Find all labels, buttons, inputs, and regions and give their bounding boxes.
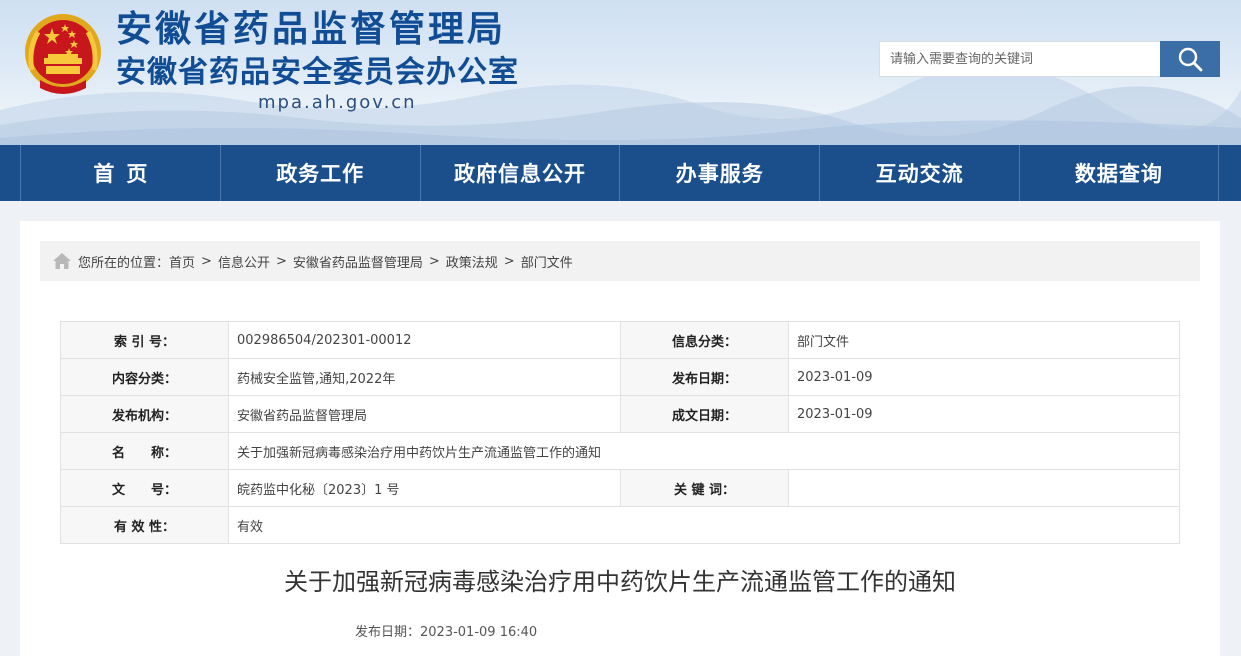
site-domain: mpa.ah.gov.cn: [258, 92, 417, 113]
keyword-value: [788, 469, 1180, 507]
site-title-sub: 安徽省药品安全委员会办公室: [116, 55, 519, 90]
search-button[interactable]: [1160, 41, 1220, 77]
org-value: 安徽省药品监督管理局: [228, 395, 621, 433]
content-label: 内容分类：: [60, 358, 229, 396]
table-row: 内容分类： 药械安全监管,通知,2022年 发布日期： 2023-01-09: [60, 358, 1180, 396]
content-panel: 您所在的位置： 首页 > 信息公开 > 安徽省药品监督管理局 > 政策法规 > …: [20, 221, 1220, 656]
category-label: 信息分类：: [620, 321, 789, 359]
breadcrumb-prefix: 您所在的位置：: [78, 255, 170, 271]
table-row: 发布机构： 安徽省药品监督管理局 成文日期： 2023-01-09: [60, 395, 1180, 433]
table-row: 索 引 号： 002986504/202301-00012 信息分类： 部门文件: [60, 321, 1180, 359]
validity-label: 有 效 性：: [60, 506, 229, 544]
content-value: 药械安全监管,通知,2022年: [228, 358, 621, 396]
breadcrumb-separator: >: [275, 253, 287, 269]
article-date-label: 发布日期：: [355, 625, 421, 640]
nav-item-data-query[interactable]: 数据查询: [1018, 145, 1219, 201]
created-date-value: 2023-01-09: [788, 395, 1180, 433]
table-row: 名 称： 关于加强新冠病毒感染治疗用中药饮片生产流通监管工作的通知: [60, 432, 1180, 470]
search-input[interactable]: [879, 41, 1161, 77]
created-date-label: 成文日期：: [620, 395, 789, 433]
article-date: 发布日期：2023-01-09 16:40: [355, 621, 537, 640]
article-date-value: 2023-01-09 16:40: [420, 625, 538, 640]
nav-item-government-affairs[interactable]: 政务工作: [219, 145, 420, 201]
breadcrumb-link-policy[interactable]: 政策法规: [446, 252, 498, 271]
nav-item-home[interactable]: 首页: [20, 145, 220, 201]
index-label: 索 引 号：: [60, 321, 229, 359]
table-row: 有 效 性： 有效: [60, 506, 1180, 544]
org-label: 发布机构：: [60, 395, 229, 433]
name-value: 关于加强新冠病毒感染治疗用中药饮片生产流通监管工作的通知: [228, 432, 1180, 470]
keyword-label: 关 键 词：: [620, 469, 789, 507]
nav-item-info-disclosure[interactable]: 政府信息公开: [419, 145, 620, 201]
site-title-main: 安徽省药品监督管理局: [116, 9, 507, 50]
publish-date-value: 2023-01-09: [788, 358, 1180, 396]
validity-value: 有效: [228, 506, 1180, 544]
index-value: 002986504/202301-00012: [228, 321, 621, 359]
main-nav: 首页 政务工作 政府信息公开 办事服务 互动交流 数据查询: [0, 145, 1241, 201]
nav-item-interaction[interactable]: 互动交流: [819, 145, 1019, 201]
breadcrumb-separator: >: [428, 253, 440, 269]
table-row: 文 号： 皖药监中化秘〔2023〕1 号 关 键 词：: [60, 469, 1180, 507]
breadcrumb-link-home[interactable]: 首页: [169, 252, 195, 271]
article-title: 关于加强新冠病毒感染治疗用中药饮片生产流通监管工作的通知: [284, 568, 956, 596]
category-value: 部门文件: [788, 321, 1180, 359]
breadcrumb: 您所在的位置： 首页 > 信息公开 > 安徽省药品监督管理局 > 政策法规 > …: [40, 241, 1200, 281]
nav-item-services[interactable]: 办事服务: [619, 145, 819, 201]
search-icon: [1178, 47, 1203, 72]
site-header: 安徽省药品监督管理局 安徽省药品安全委员会办公室 mpa.ah.gov.cn: [0, 0, 1241, 145]
national-emblem-icon: [25, 14, 101, 94]
home-icon: [53, 253, 71, 269]
breadcrumb-separator: >: [201, 253, 212, 269]
document-meta-table: 索 引 号： 002986504/202301-00012 信息分类： 部门文件…: [60, 321, 1180, 544]
name-label: 名 称：: [60, 432, 229, 470]
breadcrumb-link-info[interactable]: 信息公开: [218, 252, 270, 271]
docno-value: 皖药监中化秘〔2023〕1 号: [228, 469, 621, 507]
breadcrumb-link-bureau[interactable]: 安徽省药品监督管理局: [293, 252, 423, 271]
docno-label: 文 号：: [60, 469, 229, 507]
breadcrumb-separator: >: [503, 253, 515, 269]
breadcrumb-link-dept-docs[interactable]: 部门文件: [521, 252, 573, 271]
publish-date-label: 发布日期：: [620, 358, 789, 396]
